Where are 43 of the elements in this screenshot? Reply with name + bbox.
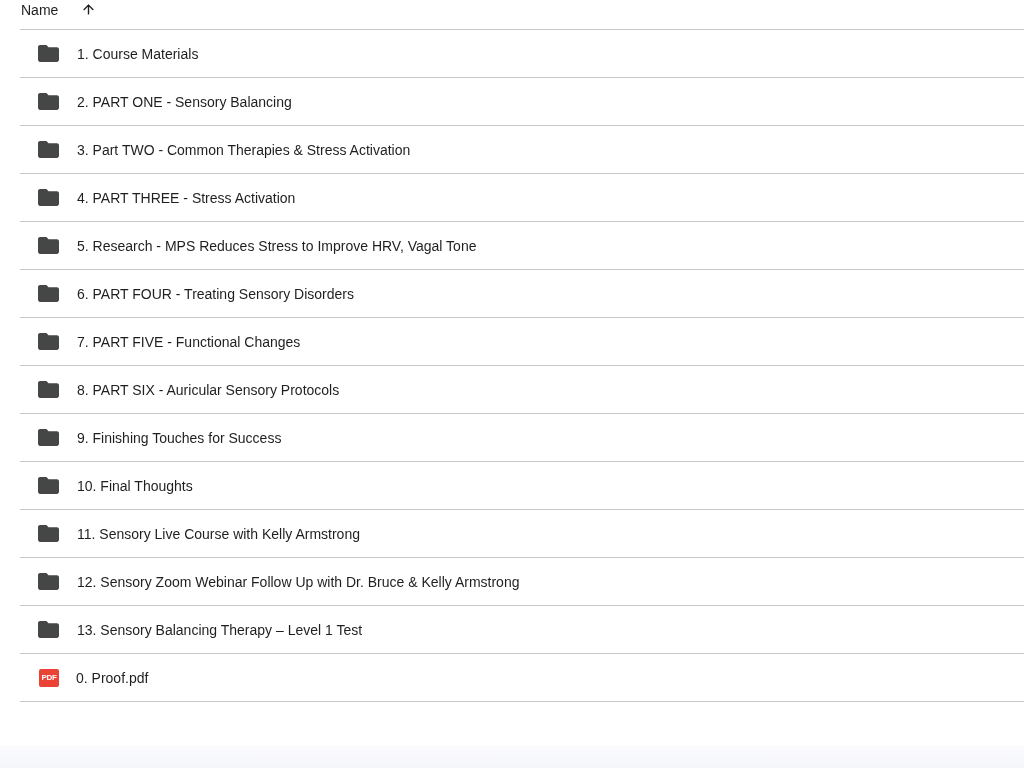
file-name: 13. Sensory Balancing Therapy – Level 1 Test (77, 620, 363, 639)
folder-icon (38, 573, 59, 590)
folder-icon (38, 429, 59, 446)
folder-row[interactable]: 5. Research - MPS Reduces Stress to Improve HRV, Vagal Tone (20, 222, 1024, 270)
name-column-header[interactable]: Name (20, 1, 59, 19)
file-name: 12. Sensory Zoom Webinar Follow Up with Dr. Bruce & Kelly Armstrong (77, 572, 520, 591)
folder-row[interactable]: 10. Final Thoughts (20, 462, 1024, 510)
file-name: 4. PART THREE - Stress Activation (77, 188, 296, 207)
file-name: 3. Part TWO - Common Therapies & Stress Activation (77, 140, 411, 159)
folder-row[interactable]: 9. Finishing Touches for Success (20, 414, 1024, 462)
file-row[interactable]: PDF 0. Proof.pdf (20, 654, 1024, 702)
folder-icon (38, 333, 59, 350)
folder-row[interactable]: 11. Sensory Live Course with Kelly Armstrong (20, 510, 1024, 558)
folder-icon (38, 189, 59, 206)
folder-icon (38, 525, 59, 542)
folder-row[interactable]: 2. PART ONE - Sensory Balancing (20, 78, 1024, 126)
file-name: 0. Proof.pdf (76, 668, 149, 687)
folder-icon (38, 477, 59, 494)
folder-row[interactable]: 7. PART FIVE - Functional Changes (20, 318, 1024, 366)
folder-icon (38, 285, 59, 302)
folder-row[interactable]: 4. PART THREE - Stress Activation (20, 174, 1024, 222)
file-name: 9. Finishing Touches for Success (77, 428, 282, 447)
file-name: 10. Final Thoughts (77, 476, 193, 495)
file-name: 8. PART SIX - Auricular Sensory Protocols (77, 380, 340, 399)
folder-row[interactable]: 1. Course Materials (20, 30, 1024, 78)
file-name: 2. PART ONE - Sensory Balancing (77, 92, 292, 111)
folder-row[interactable]: 6. PART FOUR - Treating Sensory Disorders (20, 270, 1024, 318)
folder-icon (38, 93, 59, 110)
folder-icon (38, 45, 59, 62)
file-name: 5. Research - MPS Reduces Stress to Improve HRV, Vagal Tone (77, 236, 477, 255)
file-name: 7. PART FIVE - Functional Changes (77, 332, 301, 351)
file-name: 1. Course Materials (77, 44, 199, 63)
folder-row[interactable]: 8. PART SIX - Auricular Sensory Protocols (20, 366, 1024, 414)
folder-row[interactable]: 3. Part TWO - Common Therapies & Stress Activation (20, 126, 1024, 174)
file-name: 11. Sensory Live Course with Kelly Armstrong (77, 524, 360, 543)
pdf-icon: PDF (39, 668, 59, 687)
folder-row[interactable]: 12. Sensory Zoom Webinar Follow Up with Dr. Bruce & Kelly Armstrong (20, 558, 1024, 606)
file-name: 6. PART FOUR - Treating Sensory Disorders (77, 284, 354, 303)
folder-icon (38, 621, 59, 638)
folder-icon (38, 381, 59, 398)
folder-icon (38, 141, 59, 158)
folder-icon (38, 237, 59, 254)
folder-row[interactable]: 13. Sensory Balancing Therapy – Level 1 Test (20, 606, 1024, 654)
